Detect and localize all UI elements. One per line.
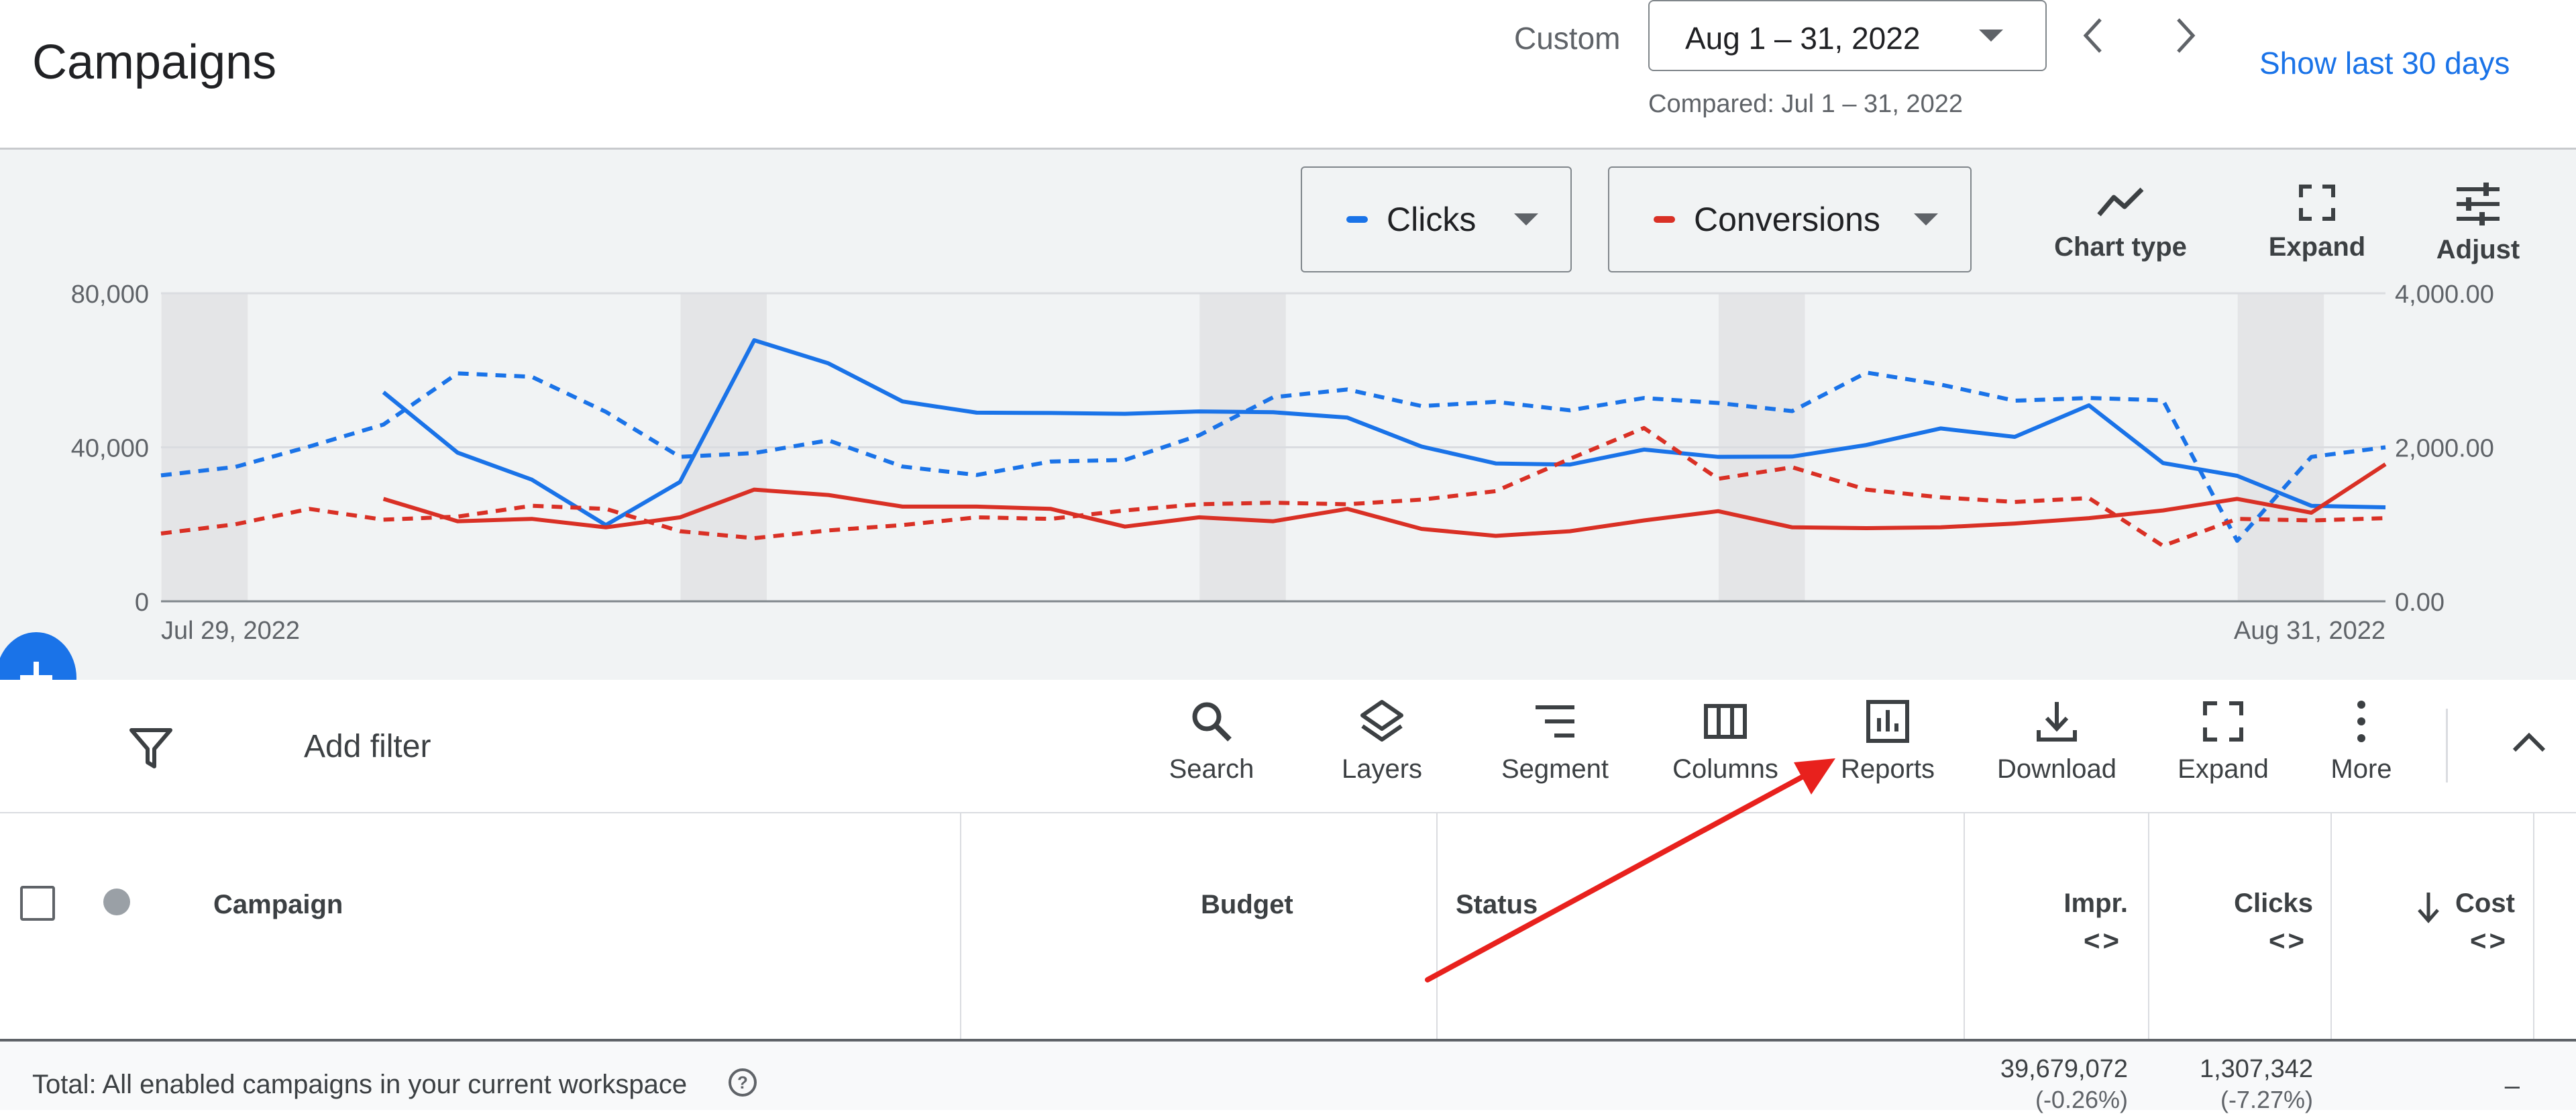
annotation-arrow [1425,758,1835,982]
